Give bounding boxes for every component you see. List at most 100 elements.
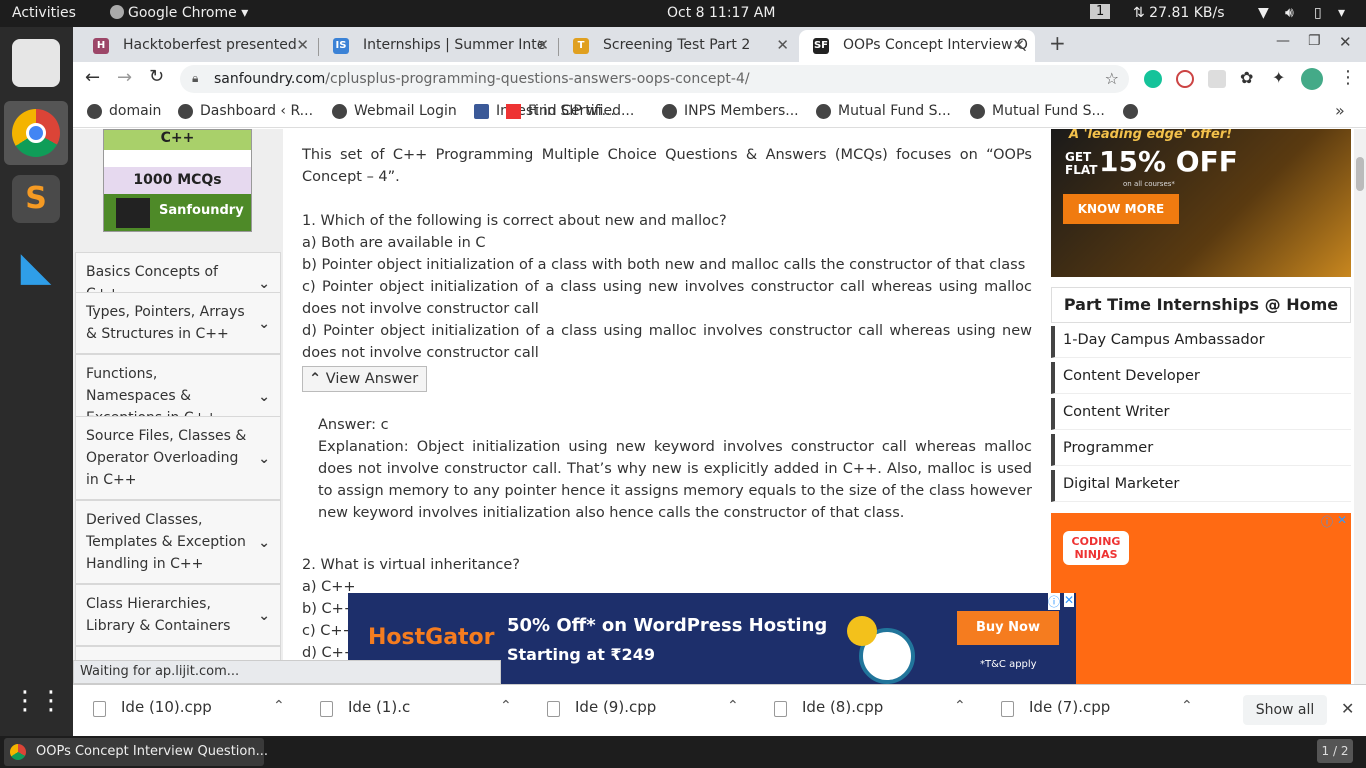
show-all-button[interactable]: Show all	[1243, 695, 1327, 725]
file-icon	[547, 701, 560, 717]
scrollbar-thumb[interactable]	[1356, 157, 1364, 191]
chevron-up-icon[interactable]: ⌃	[500, 698, 512, 714]
extensions-puzzle-icon[interactable]: ✦	[1272, 68, 1285, 87]
page-scrollbar[interactable]	[1354, 129, 1366, 684]
bookmark-item[interactable]: Webmail Login	[332, 103, 457, 119]
close-ad-icon[interactable]: ✕	[1063, 593, 1074, 607]
menu-kebab-icon[interactable]: ⋮	[1339, 67, 1357, 88]
download-item[interactable]: Ide (10).cpp ⌃	[93, 698, 285, 717]
tab-hacktoberfest[interactable]: H Hacktoberfest presented ✕	[79, 30, 319, 62]
chevron-up-icon[interactable]: ⌃	[273, 698, 285, 714]
tab-screening-test[interactable]: T Screening Test Part 2 ✕	[559, 30, 799, 62]
close-tab-icon[interactable]: ✕	[536, 36, 549, 54]
bookmark-label: Webmail Login	[354, 103, 457, 119]
close-tab-icon[interactable]: ✕	[776, 36, 789, 54]
bookmark-label: domain	[109, 103, 162, 119]
clock[interactable]: Oct 8 11:17 AM	[667, 5, 775, 21]
url-text[interactable]: sanfoundry.com/cplusplus-programming-que…	[214, 71, 750, 87]
gator-mascot	[843, 608, 921, 684]
globe-icon	[1123, 104, 1138, 119]
workspace-indicator[interactable]: 1	[1090, 4, 1111, 19]
sidebar-item-class-hierarchies[interactable]: Class Hierarchies, Library & Containers ⌄	[75, 584, 281, 646]
course-ad[interactable]: A 'leading edge' offer! GET FLAT 15% OFF…	[1051, 129, 1351, 277]
internship-link[interactable]: Content Developer	[1051, 362, 1351, 394]
status-bubble: Waiting for ap.lijit.com...	[73, 660, 501, 684]
vscode-icon[interactable]: ◣	[12, 243, 60, 291]
internship-link[interactable]: Digital Marketer	[1051, 470, 1351, 502]
volume-icon[interactable]: 🔊︎	[1285, 5, 1294, 21]
reload-icon[interactable]: ↻	[149, 66, 164, 87]
maximize-icon[interactable]: ❐	[1308, 33, 1321, 49]
bookmark-item[interactable]: Mutual Fund S...	[970, 103, 1105, 119]
activities-button[interactable]: Activities	[12, 5, 76, 21]
question-1: 1. Which of the following is correct abo…	[302, 213, 727, 229]
files-icon[interactable]	[12, 39, 60, 87]
internship-link[interactable]: Programmer	[1051, 434, 1351, 466]
download-item[interactable]: Ide (1).c ⌃	[320, 698, 512, 717]
app-menu[interactable]: Google Chrome ▾	[110, 5, 248, 21]
battery-icon[interactable]: ▯	[1314, 5, 1322, 21]
new-tab-icon[interactable]: +	[1049, 31, 1066, 55]
lock-icon[interactable]: 🔒︎	[192, 71, 198, 86]
tab-oops-concept[interactable]: SF OOPs Concept Interview Q ✕	[799, 30, 1035, 62]
system-menu-icon[interactable]: ▾	[1338, 5, 1345, 21]
workspace-pager[interactable]: 1 / 2	[1317, 739, 1353, 763]
adchoices-icon[interactable]: ⓘ	[1321, 513, 1333, 530]
bookmark-star-icon[interactable]: ☆	[1105, 69, 1119, 88]
internship-link[interactable]: 1-Day Campus Ambassador	[1051, 326, 1351, 358]
coding-ninjas-ad[interactable]: CODING NINJAS ⓘ ✕	[1051, 513, 1351, 684]
bookmark-item[interactable]: Find Certified...	[506, 103, 634, 119]
view-answer-button[interactable]: ⌃ View Answer	[302, 366, 428, 392]
taskbar-window-chrome[interactable]: OOPs Concept Interview Question...	[4, 738, 268, 766]
bookmark-item[interactable]: INPS Members...	[662, 103, 799, 119]
download-item[interactable]: Ide (7).cpp ⌃	[1001, 698, 1193, 717]
globe-icon	[970, 104, 985, 119]
close-window-icon[interactable]: ✕	[1339, 33, 1352, 51]
address-bar[interactable]: 🔒︎ sanfoundry.com/cplusplus-programming-…	[180, 65, 1129, 93]
option-c: c) Pointer object initialization of a cl…	[302, 279, 1032, 317]
extension-icon[interactable]: ✿	[1240, 68, 1253, 87]
book-lang: C++	[104, 130, 251, 150]
bookmark-item[interactable]: Dashboard ‹ R...	[178, 103, 313, 119]
chevron-down-icon: ⌄	[258, 451, 270, 467]
profile-avatar[interactable]	[1301, 68, 1323, 90]
adchoices-icon[interactable]: ⓘ	[1047, 593, 1060, 610]
sidebar-item-source-files[interactable]: Source Files, Classes & Operator Overloa…	[75, 416, 281, 500]
minimize-icon[interactable]: —	[1276, 33, 1290, 49]
extension-icon[interactable]	[1208, 70, 1226, 88]
more-bookmarks-icon[interactable]: »	[1335, 101, 1345, 120]
close-ad-icon[interactable]: ✕	[1337, 513, 1347, 527]
book-brand: Sanfoundry	[159, 203, 244, 218]
close-tab-icon[interactable]: ✕	[1012, 36, 1025, 54]
bookmark-label: Mutual Fund S...	[838, 103, 951, 119]
sidebar-item-types[interactable]: Types, Pointers, Arrays & Structures in …	[75, 292, 281, 354]
sidebar-item-derived-classes[interactable]: Derived Classes, Templates & Exception H…	[75, 500, 281, 584]
chevron-up-icon[interactable]: ⌃	[727, 698, 739, 714]
download-item[interactable]: Ide (8).cpp ⌃	[774, 698, 966, 717]
bookmark-item[interactable]: domain	[87, 103, 161, 119]
file-icon	[93, 701, 106, 717]
close-tab-icon[interactable]: ✕	[296, 36, 309, 54]
book-cover[interactable]: C++ 1000 MCQs Sanfoundry	[103, 129, 252, 232]
warning-icon	[506, 104, 521, 119]
sublime-text-icon[interactable]: S	[12, 175, 60, 223]
bookmark-item[interactable]: Mutual Fund S...	[816, 103, 951, 119]
grammarly-extension-icon[interactable]	[1144, 70, 1162, 88]
know-more-button[interactable]: KNOW MORE	[1063, 194, 1179, 224]
extension-icon[interactable]	[1176, 70, 1194, 88]
show-applications-icon[interactable]: ⋮⋮⋮	[12, 677, 90, 725]
forward-icon[interactable]: →	[117, 67, 132, 88]
close-shelf-icon[interactable]: ✕	[1341, 699, 1354, 718]
sanfoundry-logo	[116, 198, 150, 228]
wifi-icon[interactable]: ▼	[1258, 5, 1269, 21]
chevron-down-icon: ⌄	[258, 535, 270, 551]
download-item[interactable]: Ide (9).cpp ⌃	[547, 698, 739, 717]
back-icon[interactable]: ←	[85, 67, 100, 88]
sanfoundry-favicon: SF	[813, 38, 829, 54]
tab-internships[interactable]: IS Internships | Summer Inte ✕	[319, 30, 559, 62]
internship-link[interactable]: Content Writer	[1051, 398, 1351, 430]
chevron-up-icon[interactable]: ⌃	[1181, 698, 1193, 714]
chevron-up-icon[interactable]: ⌃	[954, 698, 966, 714]
chrome-dock-item[interactable]	[4, 101, 68, 165]
buy-now-button[interactable]: Buy Now	[957, 611, 1059, 645]
